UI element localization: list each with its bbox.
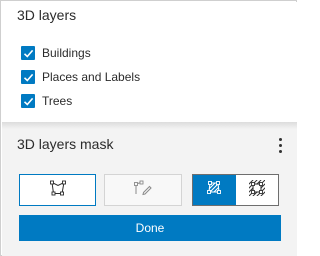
done-button[interactable]: Done [19,215,281,241]
polyline-tool-button[interactable] [104,174,182,206]
mask-panel: 3D layers mask Done [2,129,297,256]
widget-frame: 3D layers Buildings Places and Labels Tr… [0,0,297,256]
more-vertical-icon[interactable] [272,135,288,155]
mask-outside-icon [248,179,266,202]
mask-outside-button[interactable] [236,175,279,205]
layer-item-places-and-labels[interactable]: Places and Labels [21,68,281,86]
mask-panel-title: 3D layers mask [17,136,114,152]
mask-mode-toggle [192,174,279,206]
layer-item-label: Trees [42,94,73,108]
polygon-tool-button[interactable] [19,174,96,206]
layers-panel-title: 3D layers [17,7,77,23]
polyline-draw-icon [133,180,153,201]
layer-item-label: Buildings [42,46,91,60]
checkbox-checked-icon[interactable] [21,94,35,108]
layer-item-buildings[interactable]: Buildings [21,44,281,62]
mask-inside-icon [205,179,223,202]
checkbox-checked-icon[interactable] [21,46,35,60]
layer-item-label: Places and Labels [42,70,141,84]
layers-panel: 3D layers Buildings Places and Labels Tr… [2,2,297,122]
layer-item-trees[interactable]: Trees [21,92,281,110]
mask-inside-button[interactable] [193,175,236,205]
panel-separator [2,122,297,129]
checkbox-checked-icon[interactable] [21,70,35,84]
polygon-draw-icon [49,180,67,201]
